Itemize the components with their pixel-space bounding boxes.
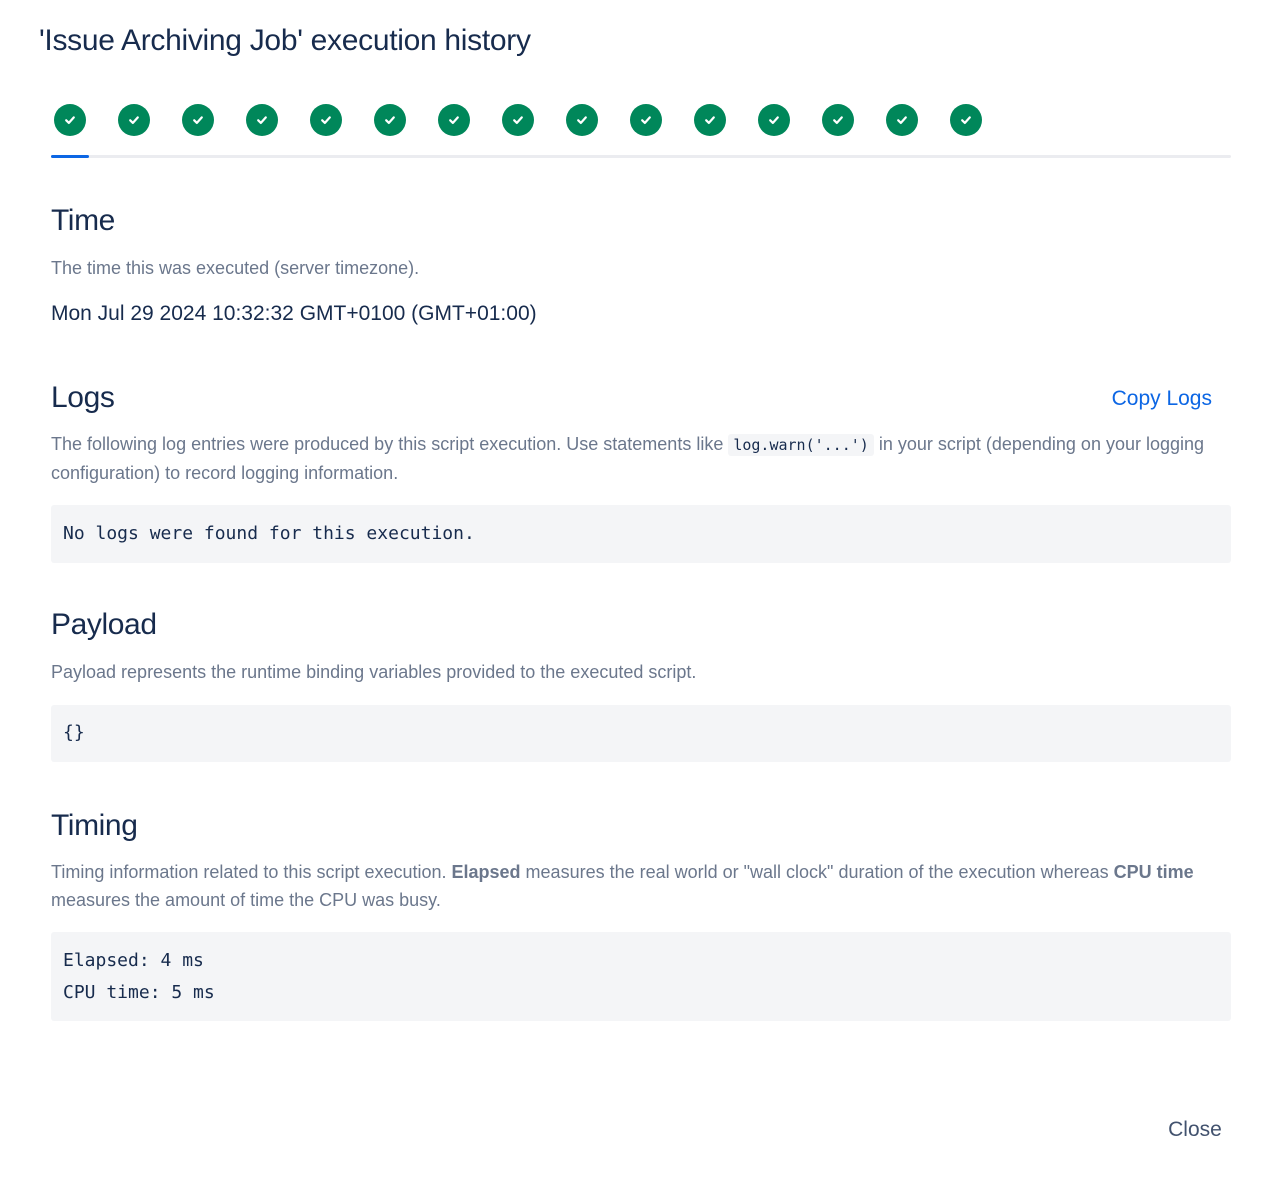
payload-description: Payload represents the runtime binding v… — [51, 662, 697, 682]
check-circle-icon — [950, 104, 982, 136]
check-circle-icon — [502, 104, 534, 136]
copy-logs-button[interactable]: Copy Logs — [1112, 387, 1212, 411]
timing-desc-3: measures the amount of time the CPU was … — [51, 890, 441, 910]
execution-tab[interactable] — [819, 104, 857, 155]
logs-description: The following log entries were produced … — [51, 430, 1231, 487]
execution-tab[interactable] — [627, 104, 665, 155]
payload-heading: Payload — [51, 608, 157, 641]
time-section: Time The time this was executed (server … — [51, 204, 1231, 326]
time-description: The time this was executed (server timez… — [51, 258, 420, 278]
check-circle-icon — [54, 104, 86, 136]
log-warn-code: log.warn('...') — [728, 434, 874, 456]
execution-tab[interactable] — [947, 104, 985, 155]
timing-heading: Timing — [51, 809, 138, 842]
check-circle-icon — [886, 104, 918, 136]
execution-tab[interactable] — [499, 104, 537, 155]
execution-tab[interactable] — [435, 104, 473, 155]
logs-description-text: The following log entries were produced … — [51, 434, 729, 454]
check-circle-icon — [566, 104, 598, 136]
timing-desc-2: measures the real world or "wall clock" … — [520, 862, 1114, 882]
timing-desc-1: Timing information related to this scrip… — [51, 862, 452, 882]
cpu-time-value: CPU time: 5 ms — [63, 982, 215, 1003]
execution-tab[interactable] — [563, 104, 601, 155]
tabs-track — [51, 155, 1231, 158]
check-circle-icon — [438, 104, 470, 136]
elapsed-value: Elapsed: 4 ms — [63, 950, 204, 971]
check-circle-icon — [246, 104, 278, 136]
execution-tab[interactable] — [691, 104, 729, 155]
timing-description: Timing information related to this scrip… — [51, 858, 1231, 914]
timing-section: Timing Timing information related to thi… — [51, 809, 1231, 1021]
check-circle-icon — [374, 104, 406, 136]
execution-tab[interactable] — [307, 104, 345, 155]
check-circle-icon — [182, 104, 214, 136]
close-button[interactable]: Close — [1150, 1110, 1240, 1150]
payload-section: Payload Payload represents the runtime b… — [51, 608, 1231, 762]
execution-tab[interactable] — [51, 104, 89, 158]
execution-tab[interactable] — [883, 104, 921, 155]
check-circle-icon — [118, 104, 150, 136]
execution-time-value: Mon Jul 29 2024 10:32:32 GMT+0100 (GMT+0… — [51, 302, 537, 325]
logs-output: No logs were found for this execution. — [51, 505, 1231, 563]
execution-tabs — [51, 104, 1231, 158]
timing-output: Elapsed: 4 ms CPU time: 5 ms — [51, 932, 1231, 1021]
elapsed-term: Elapsed — [451, 862, 521, 882]
check-circle-icon — [694, 104, 726, 136]
execution-tab[interactable] — [755, 104, 793, 155]
check-circle-icon — [758, 104, 790, 136]
execution-tab[interactable] — [371, 104, 409, 155]
payload-output: {} — [51, 705, 1231, 762]
check-circle-icon — [310, 104, 342, 136]
logs-heading: Logs — [51, 381, 115, 414]
check-circle-icon — [822, 104, 854, 136]
execution-tab[interactable] — [115, 104, 153, 155]
execution-tab[interactable] — [243, 104, 281, 155]
logs-section: Logs Copy Logs The following log entries… — [51, 381, 1231, 563]
time-heading: Time — [51, 204, 115, 237]
check-circle-icon — [630, 104, 662, 136]
dialog-title: 'Issue Archiving Job' execution history — [39, 24, 531, 57]
execution-tab[interactable] — [179, 104, 217, 155]
cpu-time-term: CPU time — [1113, 862, 1194, 882]
